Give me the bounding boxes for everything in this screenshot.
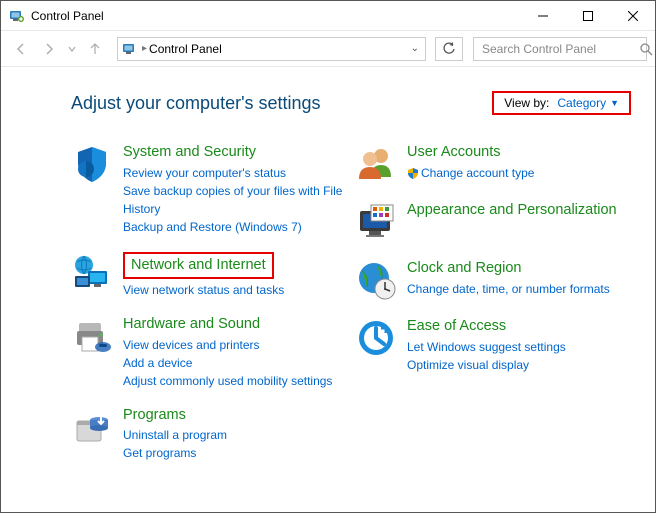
sublink[interactable]: Change date, time, or number formats xyxy=(407,280,631,298)
appearance-icon xyxy=(355,201,397,243)
category-title[interactable]: Clock and Region xyxy=(407,259,631,278)
navbar: ▸ Control Panel ⌄ xyxy=(1,31,655,67)
sublink[interactable]: Adjust commonly used mobility settings xyxy=(123,372,347,390)
category-title[interactable]: Network and Internet xyxy=(123,252,274,279)
category-title[interactable]: Appearance and Personalization xyxy=(407,201,631,220)
page-heading: Adjust your computer's settings xyxy=(71,93,492,114)
category-appearance: Appearance and Personalization xyxy=(355,201,631,243)
up-button[interactable] xyxy=(83,37,107,61)
sublink[interactable]: Review your computer's status xyxy=(123,164,347,182)
titlebar: Control Panel xyxy=(1,1,655,31)
shield-icon xyxy=(71,143,113,185)
minimize-button[interactable] xyxy=(520,1,565,30)
sublink[interactable]: Change account type xyxy=(407,164,631,182)
refresh-button[interactable] xyxy=(435,37,463,61)
control-panel-icon xyxy=(9,8,25,24)
sublink[interactable]: Uninstall a program xyxy=(123,426,347,444)
category-title[interactable]: Hardware and Sound xyxy=(123,315,347,334)
category-ease-of-access: Ease of Access Let Windows suggest setti… xyxy=(355,317,631,374)
address-bar[interactable]: ▸ Control Panel ⌄ xyxy=(117,37,426,61)
category-network-internet: Network and Internet View network status… xyxy=(71,252,347,299)
users-icon xyxy=(355,143,397,185)
globe-clock-icon xyxy=(355,259,397,301)
category-title[interactable]: System and Security xyxy=(123,143,347,162)
chevron-down-icon: ▼ xyxy=(610,98,619,108)
sublink[interactable]: Backup and Restore (Windows 7) xyxy=(123,218,347,236)
view-by-selector[interactable]: View by: Category ▼ xyxy=(492,91,631,115)
recent-dropdown[interactable] xyxy=(65,37,79,61)
search-icon[interactable] xyxy=(639,42,653,56)
category-hardware-sound: Hardware and Sound View devices and prin… xyxy=(71,315,347,390)
search-input[interactable] xyxy=(480,41,639,57)
category-programs: Programs Uninstall a program Get program… xyxy=(71,406,347,463)
view-by-label: View by: xyxy=(504,96,549,110)
category-title[interactable]: Programs xyxy=(123,406,347,425)
category-title[interactable]: Ease of Access xyxy=(407,317,631,336)
left-column: System and Security Review your computer… xyxy=(71,143,347,478)
view-by-value: Category xyxy=(557,96,606,110)
sublink[interactable]: Add a device xyxy=(123,354,347,372)
sublink[interactable]: View network status and tasks xyxy=(123,281,347,299)
sublink[interactable]: Save backup copies of your files with Fi… xyxy=(123,182,347,218)
address-control-panel-icon xyxy=(122,41,138,57)
address-dropdown-icon[interactable]: ⌄ xyxy=(411,43,419,54)
sublink[interactable]: View devices and printers xyxy=(123,336,347,354)
back-button[interactable] xyxy=(9,37,33,61)
uac-shield-icon xyxy=(407,167,419,179)
category-clock-region: Clock and Region Change date, time, or n… xyxy=(355,259,631,301)
maximize-button[interactable] xyxy=(565,1,610,30)
content-area: Adjust your computer's settings View by:… xyxy=(1,67,655,488)
breadcrumb-sep-icon[interactable]: ▸ xyxy=(142,43,147,54)
right-column: User Accounts Change account type xyxy=(355,143,631,478)
window-title: Control Panel xyxy=(31,9,520,23)
ease-of-access-icon xyxy=(355,317,397,359)
sublink[interactable]: Let Windows suggest settings xyxy=(407,338,631,356)
close-button[interactable] xyxy=(610,1,655,30)
programs-icon xyxy=(71,406,113,448)
forward-button[interactable] xyxy=(37,37,61,61)
network-icon xyxy=(71,252,113,294)
category-system-security: System and Security Review your computer… xyxy=(71,143,347,236)
sublink[interactable]: Optimize visual display xyxy=(407,356,631,374)
search-box[interactable] xyxy=(473,37,647,61)
printer-icon xyxy=(71,315,113,357)
category-title[interactable]: User Accounts xyxy=(407,143,631,162)
category-user-accounts: User Accounts Change account type xyxy=(355,143,631,185)
sublink[interactable]: Get programs xyxy=(123,444,347,462)
sublink-text: Change account type xyxy=(421,166,534,180)
breadcrumb-location[interactable]: Control Panel xyxy=(149,42,222,56)
